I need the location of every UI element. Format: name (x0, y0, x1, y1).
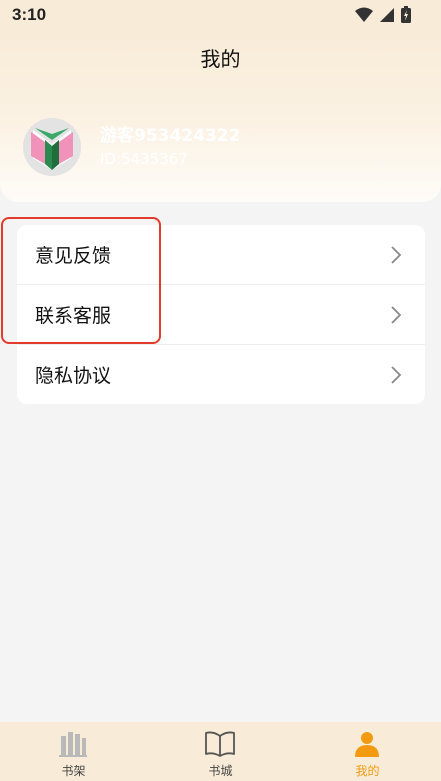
chevron-right-icon (391, 246, 402, 264)
chevron-right-icon (391, 306, 402, 324)
battery-icon (401, 6, 411, 23)
user-id: ID:5435367 (100, 150, 188, 168)
username: 游客953424322 (100, 126, 241, 146)
book-open-icon (205, 731, 235, 757)
tab-bookstore[interactable]: 书城 (147, 722, 294, 781)
signal-icon (380, 7, 394, 22)
avatar[interactable] (23, 118, 81, 176)
profile-header: 我的 游客953424322 ID:5435367 (0, 30, 441, 202)
wifi-icon (355, 7, 373, 22)
status-icons (355, 6, 411, 23)
tab-mine[interactable]: 我的 (294, 722, 441, 781)
menu-item-privacy-policy[interactable]: 隐私协议 (17, 345, 425, 404)
menu-item-label: 隐私协议 (35, 365, 112, 387)
avatar-book-icon (23, 118, 81, 176)
page-title: 我的 (200, 47, 241, 71)
highlight-box (1, 217, 161, 344)
bookshelf-icon (59, 732, 87, 757)
person-icon (355, 732, 379, 757)
chevron-right-icon (391, 366, 402, 384)
tab-label: 书城 (208, 764, 233, 778)
tab-label: 我的 (355, 764, 380, 778)
tab-bookshelf[interactable]: 书架 (0, 722, 147, 781)
status-time: 3:10 (12, 5, 47, 24)
status-bar: 3:10 (0, 0, 441, 30)
tab-label: 书架 (61, 764, 86, 778)
bottom-nav: 书架 书城 我的 (0, 722, 441, 781)
